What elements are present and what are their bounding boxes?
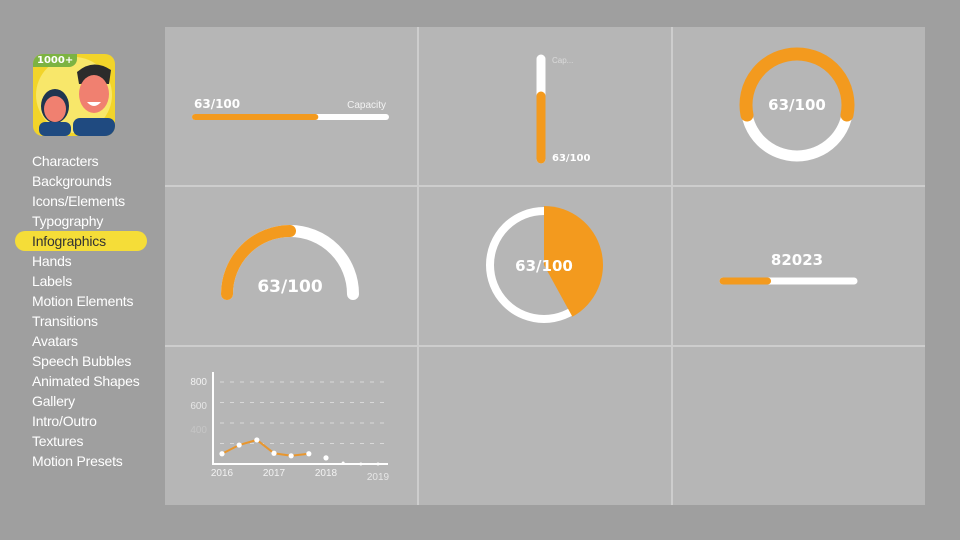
vertical-progress-bar-widget[interactable]: Cap... 63/100 [419, 27, 671, 185]
sidebar-item-motion-presets[interactable]: Motion Presets [15, 451, 147, 471]
sidebar-item-avatars[interactable]: Avatars [15, 331, 147, 351]
line-chart-widget[interactable]: 800 600 400 2016 2017 2018 2019 [165, 347, 417, 505]
pie-progress-widget[interactable]: 63/100 [419, 187, 671, 345]
data-point [254, 437, 260, 443]
sidebar-item-intro-outro[interactable]: Intro/Outro [15, 411, 147, 431]
y-tick-label: 800 [190, 377, 207, 388]
vbar-label: Cap... [552, 56, 573, 65]
sidebar-item-labels[interactable]: Labels [15, 271, 147, 291]
y-tick-label: 400 [190, 425, 207, 436]
data-point [323, 455, 329, 461]
data-point [341, 461, 345, 465]
semicircle-gauge-widget[interactable]: 63/100 [165, 187, 417, 345]
sidebar-item-typography[interactable]: Typography [15, 211, 147, 231]
sidebar-item-animated-shapes[interactable]: Animated Shapes [15, 371, 147, 391]
data-point [306, 451, 312, 457]
horizontal-progress-bar-widget[interactable]: 63/100 Capacity [165, 27, 417, 185]
hbar-value: 63/100 [194, 97, 240, 111]
sidebar-item-hands[interactable]: Hands [15, 251, 147, 271]
sidebar-item-characters[interactable]: Characters [15, 151, 147, 171]
empty-cell [673, 347, 925, 505]
x-tick-label: 2016 [211, 468, 234, 479]
sidebar-item-textures[interactable]: Textures [15, 431, 147, 451]
ring-value: 63/100 [768, 96, 826, 114]
counter-value: 82023 [771, 251, 823, 269]
sidebar-item-transitions[interactable]: Transitions [15, 311, 147, 331]
line-chart: 800 600 400 2016 2017 2018 2019 [190, 372, 390, 483]
infographics-grid: 63/100 Capacity Cap... 63/100 63/100 63/… [165, 27, 925, 505]
pie-value: 63/100 [515, 257, 573, 275]
sidebar-item-gallery[interactable]: Gallery [15, 391, 147, 411]
count-badge: 1000+ [33, 54, 78, 67]
counter-bar-widget[interactable]: 82023 [673, 187, 925, 345]
sidebar-item-speech-bubbles[interactable]: Speech Bubbles [15, 351, 147, 371]
data-point [359, 462, 363, 466]
sidebar-item-backgrounds[interactable]: Backgrounds [15, 171, 147, 191]
gauge-value: 63/100 [257, 277, 323, 297]
x-tick-label: 2019 [367, 472, 390, 483]
x-tick-label: 2017 [263, 468, 286, 479]
y-tick-label: 600 [190, 401, 207, 412]
empty-cell [419, 347, 671, 505]
data-point [376, 462, 380, 466]
sidebar-item-icons-elements[interactable]: Icons/Elements [15, 191, 147, 211]
sidebar-menu: Characters Backgrounds Icons/Elements Typog… [15, 151, 147, 471]
vbar-value: 63/100 [552, 153, 590, 164]
data-point [236, 442, 242, 448]
series-line [221, 438, 309, 457]
hbar-label: Capacity [347, 100, 386, 111]
data-point [219, 451, 225, 457]
x-tick-label: 2018 [315, 468, 338, 479]
sidebar-item-infographics[interactable]: Infographics [15, 231, 147, 251]
sidebar-item-motion-elements[interactable]: Motion Elements [15, 291, 147, 311]
data-point [288, 453, 294, 459]
ring-progress-widget[interactable]: 63/100 [673, 27, 925, 185]
data-point [271, 450, 277, 456]
app-logo: 1000+ [33, 54, 115, 136]
